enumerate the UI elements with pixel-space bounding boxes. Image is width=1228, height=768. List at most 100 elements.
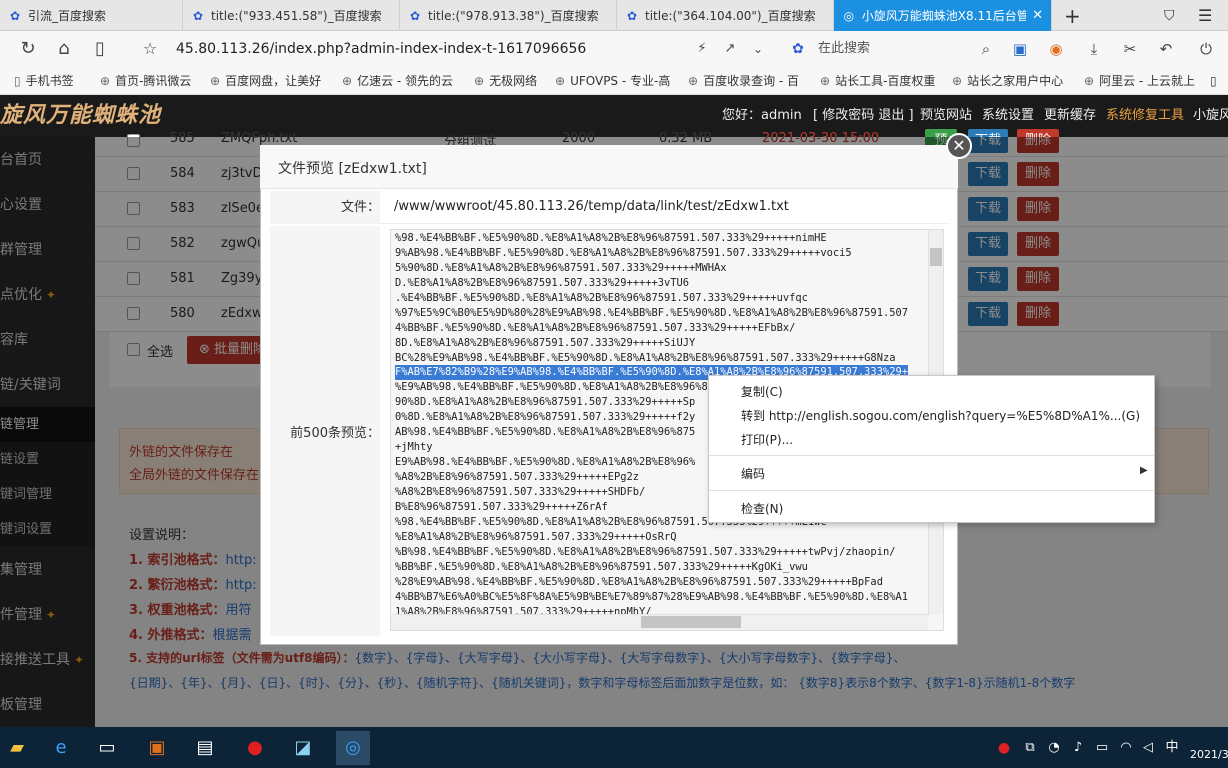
computer-icon[interactable]: ▭ xyxy=(90,731,124,765)
preview-line: AB%98.%E4%BB%BF.%E5%90%8D.%E8%A1%A8%2B%E… xyxy=(395,426,696,438)
search-icon[interactable]: ⌕ xyxy=(972,31,1000,67)
preview-line: 0%8D.%E8%A1%A8%2B%E8%96%87591.507.333%29… xyxy=(395,411,696,423)
close-tab-icon[interactable]: ✕ xyxy=(1026,8,1043,23)
globe-icon: ⊕ xyxy=(210,74,221,88)
preview-line: 5%90%8D.%E8%A1%A8%2B%E8%96%87591.507.333… xyxy=(395,262,727,274)
preview-line: %BB%BF.%E5%90%8D.%E8%A1%A8%2B%E8%96%8759… xyxy=(395,561,808,573)
preview-line: %B%98.%E4%BB%BF.%E5%90%8D.%E8%A1%A8%2B%E… xyxy=(395,546,896,558)
globe-icon: ⊕ xyxy=(1084,74,1095,88)
preview-line: 8D.%E8%A1%A8%2B%E8%96%87591.507.333%29++… xyxy=(395,337,696,349)
close-icon[interactable]: ✕ xyxy=(946,133,972,159)
globe-icon: ◎ xyxy=(843,8,855,23)
ime-indicator[interactable]: 中 xyxy=(1160,731,1184,765)
app-icon[interactable]: ▣ xyxy=(140,731,174,765)
menu-item-copy[interactable]: 复制(C) xyxy=(741,383,783,400)
record-icon[interactable]: ● xyxy=(238,731,272,765)
file-path: /www/wwwroot/45.80.113.26/temp/data/link… xyxy=(394,199,789,214)
extension-icon[interactable]: ▣ xyxy=(1006,31,1034,67)
tab-baidu-1[interactable]: ✿ 引流_百度搜索 xyxy=(0,0,183,31)
globe-icon: ⊕ xyxy=(688,74,699,88)
bookmark-item[interactable]: ⊕ 无极网络 xyxy=(474,67,554,95)
browser-icon[interactable]: ◎ xyxy=(336,731,370,765)
preview-line: B%E8%96%87591.507.333%29+++++Z6rAf xyxy=(395,501,608,513)
preview-line: %98.%E4%BB%BF.%E5%90%8D.%E8%A1%A8%2B%E8%… xyxy=(395,232,827,244)
preview-line: .%E4%BB%BF.%E5%90%8D.%E8%A1%A8%2B%E8%96%… xyxy=(395,292,808,304)
scrollbar-thumb[interactable] xyxy=(641,616,741,628)
globe-icon: ⊕ xyxy=(100,74,111,88)
bookmark-item[interactable]: ⊕ 百度网盘，让美好 xyxy=(210,67,328,95)
paw-icon: ✿ xyxy=(409,8,421,23)
preview-line: 90%8D.%E8%A1%A8%2B%E8%96%87591.507.333%2… xyxy=(395,396,696,408)
paw-icon: ✿ xyxy=(9,8,21,23)
new-tab-icon[interactable]: + xyxy=(1056,0,1080,31)
paw-icon[interactable]: ✿ xyxy=(784,31,812,67)
reader-icon[interactable]: ▯ xyxy=(86,31,114,67)
preview-line: 9%AB%98.%E4%BB%BF.%E5%90%8D.%E8%A1%A8%2B… xyxy=(395,247,852,259)
volume-icon[interactable]: ◁ xyxy=(1138,731,1158,765)
more-link[interactable]: 小旋风 xyxy=(1193,95,1228,137)
menu-item-encoding[interactable]: 编码 xyxy=(741,465,765,482)
menu-icon[interactable]: ☰ xyxy=(1190,0,1228,31)
search-input[interactable]: 在此搜索 xyxy=(818,31,998,67)
bookmark-item[interactable]: ⊕ 亿速云 - 领先的云 xyxy=(342,67,460,95)
preview-line: %A8%2B%E8%96%87591.507.333%29+++++EPg2z xyxy=(395,471,639,483)
preview-label: 前500条预览： xyxy=(290,426,380,441)
preview-line: E9%AB%98.%E4%BB%BF.%E5%90%8D.%E8%A1%A8%2… xyxy=(395,456,696,468)
preview-line: 4%BB%B7%E6%A0%BC%E5%8F%8A%E5%9B%BE%E7%89… xyxy=(395,591,908,603)
preview-line: %97%E5%9C%B0%E5%9D%80%28%E9%AB%98.%E4%BB… xyxy=(395,307,908,319)
flash-icon[interactable]: ⚡ xyxy=(688,31,716,67)
folder-icon[interactable]: ▰ xyxy=(0,731,34,765)
menu-divider xyxy=(709,455,1154,456)
more-bookmarks-icon[interactable]: ▯ xyxy=(1210,67,1228,95)
network-share-icon[interactable]: ⧉ xyxy=(1020,731,1040,765)
repair-tool-link[interactable]: 系统修复工具 xyxy=(1106,95,1184,137)
globe-icon: ⊕ xyxy=(474,74,485,88)
battery-icon[interactable]: ▭ xyxy=(1092,731,1112,765)
globe-icon: ⊕ xyxy=(342,74,353,88)
bookmark-item[interactable]: ⊕ 首页-腾讯微云 xyxy=(100,67,210,95)
ie-icon[interactable]: e xyxy=(44,731,78,765)
preview-line: %A8%2B%E8%96%87591.507.333%29+++++SHDFb/ xyxy=(395,486,646,498)
globe-icon: ⊕ xyxy=(952,74,963,88)
scrollbar-thumb[interactable] xyxy=(930,248,942,266)
record-tray-icon[interactable]: ● xyxy=(994,731,1014,765)
notepad-icon[interactable]: ◪ xyxy=(286,731,320,765)
bookmark-item[interactable]: ⊕ 站长之家用户中心 xyxy=(952,67,1072,95)
file-label: 文件： xyxy=(270,191,380,224)
menu-item-inspect[interactable]: 检查(N) xyxy=(741,500,783,517)
download-icon[interactable]: ⤓ xyxy=(1080,31,1108,67)
tab-list-icon[interactable]: ⛉ xyxy=(1156,0,1184,31)
paw-icon: ✿ xyxy=(192,8,204,23)
paw-icon: ✿ xyxy=(626,8,638,23)
tab-baidu-2[interactable]: ✿ title:("933.451.58")_百度搜索 xyxy=(183,0,400,31)
tab-admin[interactable]: ◎ 小旋风万能蜘蛛池X8.11后台管 ✕ xyxy=(834,0,1052,31)
menu-item-goto[interactable]: 转到 http://english.sogou.com/english?quer… xyxy=(741,407,1140,424)
bookmark-item[interactable]: ⊕ 站长工具-百度权重 xyxy=(820,67,940,95)
qq-icon[interactable]: ◔ xyxy=(1044,731,1064,765)
bookmark-item[interactable]: ⊕ 阿里云 - 上云就上 xyxy=(1084,67,1204,95)
refresh-icon[interactable]: ↻ xyxy=(14,31,42,67)
scissors-icon[interactable]: ✂ xyxy=(1116,31,1144,67)
home-icon[interactable]: ⌂ xyxy=(50,31,78,67)
menu-item-print[interactable]: 打印(P)... xyxy=(741,431,793,448)
share-icon[interactable]: ↗ xyxy=(716,31,744,67)
url-field[interactable]: 45.80.113.26/index.php?admin-index-index… xyxy=(176,31,586,67)
tab-baidu-4[interactable]: ✿ title:("364.104.00")_百度搜索 xyxy=(617,0,834,31)
power-icon[interactable]: ⏻ xyxy=(1192,31,1220,67)
game-icon[interactable]: ◉ xyxy=(1042,31,1070,67)
bookmark-item[interactable]: ⊕ 百度收录查询 - 百 xyxy=(688,67,808,95)
star-icon[interactable]: ☆ xyxy=(136,31,164,67)
chevron-down-icon[interactable]: ⌄ xyxy=(744,31,772,67)
microphone-icon[interactable]: ♪ xyxy=(1068,731,1088,765)
bookmark-item[interactable]: ▯ 手机书签 xyxy=(14,67,114,95)
tab-baidu-3[interactable]: ✿ title:("978.913.38")_百度搜索 xyxy=(400,0,617,31)
bookmark-item[interactable]: ⊕ UFOVPS - 专业-高 xyxy=(555,67,675,95)
wifi-icon[interactable]: ◠ xyxy=(1116,731,1136,765)
clock-date[interactable]: 2021/3 xyxy=(1190,748,1228,761)
undo-icon[interactable]: ↶ xyxy=(1152,31,1180,67)
dialog-title: 文件预览 [zEdxw1.txt] xyxy=(278,161,427,177)
submenu-arrow-icon: ▶ xyxy=(1140,465,1148,476)
terminal-icon[interactable]: ▤ xyxy=(188,731,222,765)
phone-icon: ▯ xyxy=(14,74,21,88)
globe-icon: ⊕ xyxy=(555,74,566,88)
